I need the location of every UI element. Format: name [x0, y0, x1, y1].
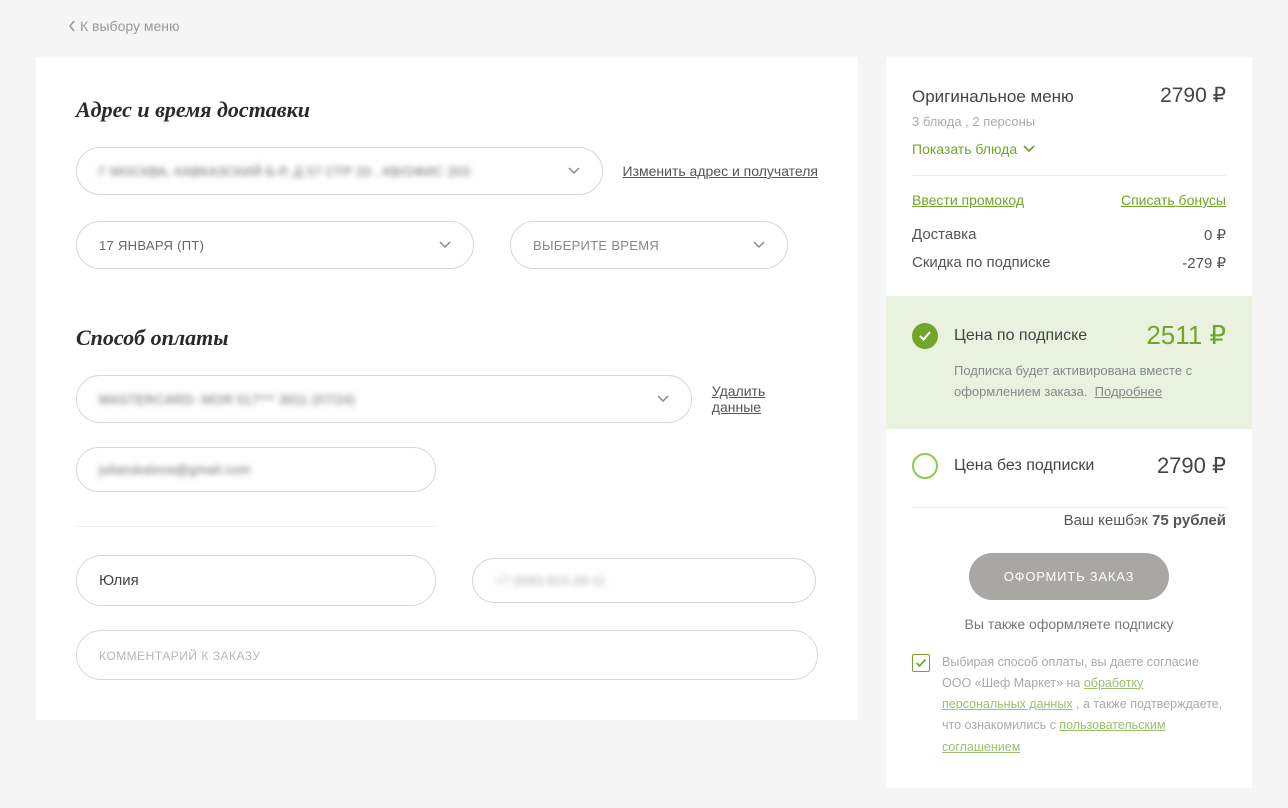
check-icon: [915, 657, 927, 669]
date-select[interactable]: 17 ЯНВАРЯ (ПТ): [76, 221, 474, 269]
sub-price-value: 2511 ₽: [1146, 320, 1226, 351]
chevron-left-icon: [68, 20, 76, 32]
chevron-down-icon: [657, 390, 669, 408]
divider: [912, 175, 1226, 176]
delete-card-link[interactable]: Удалить данные: [712, 383, 818, 415]
nosub-price-value: 2790 ₽: [1157, 453, 1226, 479]
sub-more-link[interactable]: Подробнее: [1095, 384, 1162, 399]
comment-input[interactable]: [76, 630, 818, 680]
divider: [76, 526, 436, 527]
time-placeholder: ВЫБЕРИТЕ ВРЕМЯ: [533, 238, 659, 253]
show-dishes-link[interactable]: Показать блюда: [912, 141, 1035, 157]
radio-unchecked-icon: [912, 453, 938, 479]
chevron-down-icon: [753, 236, 765, 254]
phone-input[interactable]: +7 (930) 815-29-11: [472, 558, 816, 603]
payment-section-title: Способ оплаты: [76, 325, 818, 351]
divider: [912, 507, 1226, 508]
back-to-menu-link[interactable]: К выбору меню: [68, 18, 180, 34]
sub-price-label: Цена по подписке: [954, 327, 1130, 345]
no-subscription-price-option[interactable]: Цена без подписки 2790 ₽: [886, 429, 1252, 503]
delivery-section-title: Адрес и время доставки: [76, 97, 818, 123]
address-select[interactable]: Г МОСКВА, КАВКАЗСКИЙ Б-Р, Д 57 СТР 20 , …: [76, 147, 603, 195]
address-value: Г МОСКВА, КАВКАЗСКИЙ Б-Р, Д 57 СТР 20 , …: [99, 164, 470, 179]
subscription-price-option[interactable]: Цена по подписке 2511 ₽ Подписка будет а…: [886, 296, 1252, 429]
menu-title: Оригинальное меню: [912, 87, 1074, 107]
time-select[interactable]: ВЫБЕРИТЕ ВРЕМЯ: [510, 221, 788, 269]
main-panel: Адрес и время доставки Г МОСКВА, КАВКАЗС…: [36, 57, 858, 720]
nosub-price-label: Цена без подписки: [954, 457, 1141, 475]
discount-value: -279 ₽: [1182, 254, 1226, 272]
radio-checked-icon: [912, 323, 938, 349]
discount-label: Скидка по подписке: [912, 254, 1051, 272]
chevron-down-icon: [1023, 145, 1035, 153]
delivery-label: Доставка: [912, 226, 976, 244]
use-bonus-link[interactable]: Списать бонусы: [1121, 192, 1226, 208]
consent-checkbox[interactable]: [912, 654, 930, 672]
show-dishes-label: Показать блюда: [912, 141, 1017, 157]
card-value: MASTERCARD- МОЯ 517*** 3911 (07/24): [99, 392, 355, 407]
email-value: juliarukalova@gmail.com: [99, 462, 251, 477]
sub-description: Подписка будет активирована вместе с офо…: [954, 361, 1226, 403]
chevron-down-icon: [568, 162, 580, 180]
submit-order-button[interactable]: ОФОРМИТЬ ЗАКАЗ: [969, 553, 1169, 600]
also-subscribe-note: Вы также оформляете подписку: [886, 616, 1252, 632]
consent-text: Выбирая способ оплаты, вы даете согласие…: [942, 652, 1226, 758]
change-address-link[interactable]: Изменить адрес и получателя: [623, 163, 819, 179]
date-value: 17 ЯНВАРЯ (ПТ): [99, 238, 204, 253]
cashback-text: Ваш кешбэк 75 рублей: [886, 512, 1252, 553]
chevron-down-icon: [439, 236, 451, 254]
card-select[interactable]: MASTERCARD- МОЯ 517*** 3911 (07/24): [76, 375, 692, 423]
order-summary-sidebar: Оригинальное меню 2790 ₽ 3 блюда , 2 пер…: [886, 57, 1252, 788]
name-input[interactable]: [76, 555, 436, 606]
promo-code-link[interactable]: Ввести промокод: [912, 192, 1024, 208]
menu-subtitle: 3 блюда , 2 персоны: [912, 114, 1226, 129]
menu-price: 2790 ₽: [1160, 83, 1226, 108]
back-link-label: К выбору меню: [80, 18, 180, 34]
email-field[interactable]: juliarukalova@gmail.com: [76, 447, 436, 492]
phone-value: +7 (930) 815-29-11: [495, 573, 606, 588]
delivery-value: 0 ₽: [1204, 226, 1226, 244]
